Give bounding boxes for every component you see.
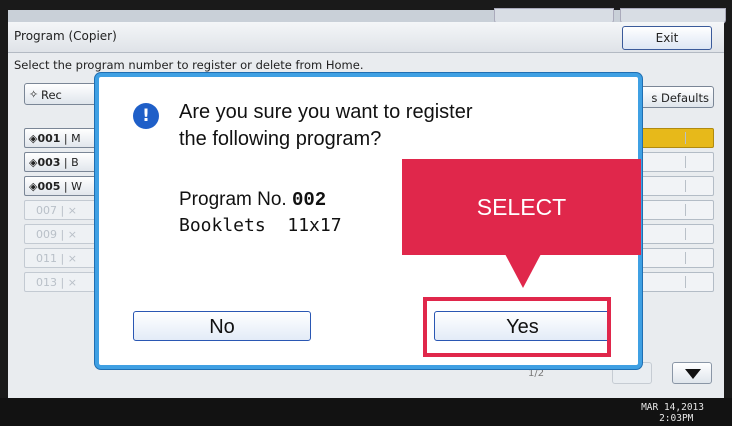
program-number: Program No. 002	[179, 189, 326, 211]
program-item-right[interactable]	[636, 224, 714, 244]
page-indicator: 1/2	[528, 368, 545, 379]
program-item-right[interactable]	[636, 152, 714, 172]
program-number-label: Program No.	[179, 189, 287, 210]
yes-button-highlight	[423, 297, 611, 357]
status-bar: MAR 14,2013 2:03PM	[0, 398, 732, 426]
exit-button[interactable]: Exit	[622, 26, 712, 50]
screen-title: Program (Copier)	[14, 29, 117, 43]
program-item-right[interactable]	[636, 272, 714, 292]
time-text: 2:03PM	[659, 413, 694, 424]
dialog-question-line2: the following program?	[179, 128, 382, 150]
page-down-button[interactable]	[672, 362, 712, 384]
top-tab-bar	[8, 10, 724, 22]
diamond-arrow-icon: ✧	[29, 88, 39, 101]
callout-pointer	[505, 254, 541, 288]
no-button[interactable]: No	[133, 311, 311, 341]
program-item-right[interactable]	[636, 200, 714, 220]
program-number-value: 002	[291, 189, 327, 211]
recall-label: Rec	[41, 88, 62, 102]
select-callout: SELECT	[402, 159, 641, 255]
instruction-text: Select the program number to register or…	[14, 58, 364, 72]
program-name: Booklets 11x17	[179, 215, 342, 236]
program-item-right[interactable]	[636, 128, 714, 148]
program-item-right[interactable]	[636, 176, 714, 196]
program-item-right[interactable]	[636, 248, 714, 268]
datetime: MAR 14,2013 2:03PM	[641, 402, 704, 424]
date-text: MAR 14,2013	[641, 402, 704, 413]
triangle-down-icon	[685, 369, 701, 379]
screen-header: Program (Copier) Exit	[8, 22, 724, 53]
dialog-question-line1: Are you sure you want to register	[179, 101, 473, 123]
callout-text: SELECT	[476, 194, 567, 220]
exclamation-circle-icon: !	[133, 103, 159, 129]
copier-panel: Program (Copier) Exit Select the program…	[0, 0, 732, 426]
